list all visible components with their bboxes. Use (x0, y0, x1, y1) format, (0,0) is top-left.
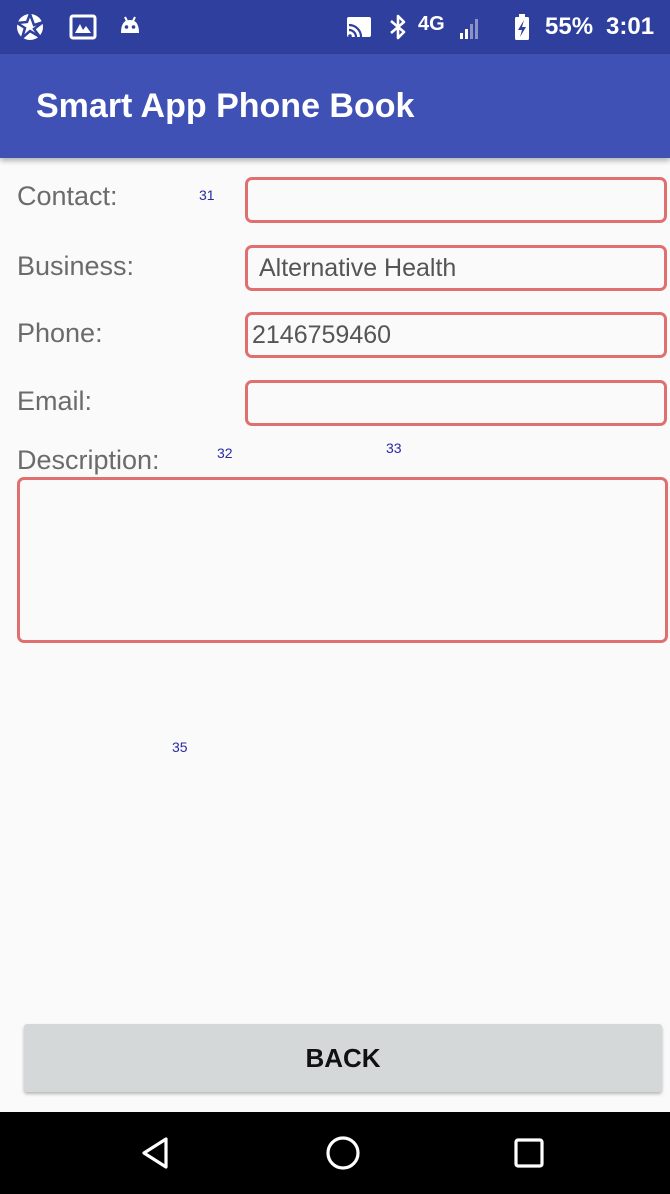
id-tag-33: 33 (386, 440, 402, 456)
lte-signal-icon (460, 19, 478, 39)
contact-label: Contact: (17, 181, 118, 211)
contact-input[interactable] (245, 177, 667, 223)
description-label: Description: (17, 445, 160, 475)
photo-icon (69, 14, 97, 40)
battery-icon (515, 14, 529, 40)
back-button[interactable]: BACK (24, 1024, 662, 1092)
back-triangle-icon[interactable] (136, 1133, 176, 1173)
business-label: Business: (17, 251, 135, 281)
app-title: Smart App Phone Book (36, 87, 415, 125)
phone-input[interactable] (245, 312, 667, 358)
business-input[interactable] (245, 245, 667, 291)
email-label: Email: (17, 386, 93, 416)
phone-label: Phone: (17, 318, 103, 348)
recents-square-icon[interactable] (509, 1133, 549, 1173)
clock: 3:01 (606, 13, 655, 40)
description-textarea[interactable] (17, 477, 668, 643)
android-icon (121, 16, 139, 33)
bluetooth-icon (390, 14, 406, 40)
home-circle-icon[interactable] (323, 1133, 363, 1173)
id-tag-35: 35 (172, 739, 188, 755)
id-tag-31: 31 (199, 187, 215, 203)
aperture-icon (16, 13, 44, 40)
battery-percent: 55% (545, 13, 594, 40)
network-type-label: 4G (418, 13, 445, 35)
id-tag-32: 32 (217, 445, 233, 461)
cast-icon (347, 17, 371, 38)
system-nav-bar (0, 1112, 670, 1194)
app-bar: Smart App Phone Book (0, 54, 670, 158)
email-input[interactable] (245, 380, 667, 426)
status-bar: 4G 55% 3:01 (0, 0, 670, 54)
